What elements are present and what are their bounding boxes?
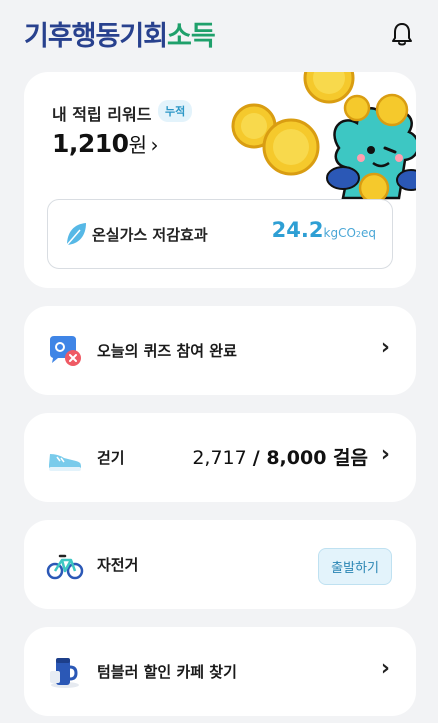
chevron-right-icon: › [380, 656, 390, 681]
steps-count: 2,717 / 8,000 걸음 [192, 443, 368, 470]
quiz-icon [50, 336, 81, 366]
chevron-right-icon: › [380, 335, 390, 360]
bicycle-label: 자전거 [97, 556, 139, 574]
logo-text-main: 기후행동기회 [24, 21, 168, 52]
walking-label: 걷기 [97, 449, 125, 467]
depart-button[interactable]: 출발하기 [318, 548, 392, 585]
co2-label: 온실가스 저감효과 [92, 226, 208, 244]
leaf-icon [66, 223, 86, 246]
bicycle-row: 자전거 출발하기 [24, 520, 416, 609]
reward-amount-unit: 원 [128, 133, 147, 157]
co2-value: 24.2kgCO2eq [272, 218, 376, 242]
steps-goal: / 8,000 걸음 [252, 447, 368, 469]
bicycle-icon [46, 554, 84, 580]
reward-amount-value: 1,210 [52, 129, 129, 158]
tumbler-label: 텀블러 할인 카페 찾기 [97, 663, 237, 681]
logo-text-accent: 소득 [167, 21, 216, 52]
chevron-right-icon: › [150, 133, 158, 157]
tumbler-row[interactable]: 텀블러 할인 카페 찾기 › [24, 627, 416, 716]
steps-current: 2,717 [192, 447, 247, 469]
mascot-coins-illustration [231, 72, 416, 203]
co2-unit-eq: eq [361, 226, 376, 240]
tumbler-icon [50, 658, 79, 688]
co2-unit-kg: kg [323, 226, 339, 240]
bell-icon[interactable] [388, 20, 416, 48]
app-logo: 기후행동기회소득 [24, 14, 216, 53]
reward-badge: 누적 [158, 100, 193, 122]
reward-card[interactable]: 내 적립 리워드 누적 1,210원 › 온실가스 저감효과 24.2kgCO2e… [24, 72, 416, 288]
quiz-row[interactable]: 오늘의 퀴즈 참여 완료 › [24, 306, 416, 395]
shoe-icon [49, 454, 81, 471]
co2-unit-co: CO [338, 226, 356, 240]
reward-amount[interactable]: 1,210원 › [52, 129, 158, 158]
chevron-right-icon: › [380, 442, 390, 467]
quiz-label: 오늘의 퀴즈 참여 완료 [97, 342, 237, 360]
walking-row[interactable]: 걷기 2,717 / 8,000 걸음 › [24, 413, 416, 502]
reward-title: 내 적립 리워드 [52, 105, 152, 124]
co2-value-number: 24.2 [271, 218, 324, 242]
co2-reduction-box: 온실가스 저감효과 24.2kgCO2eq [47, 199, 393, 269]
app-header: 기후행동기회소득 [0, 0, 438, 64]
